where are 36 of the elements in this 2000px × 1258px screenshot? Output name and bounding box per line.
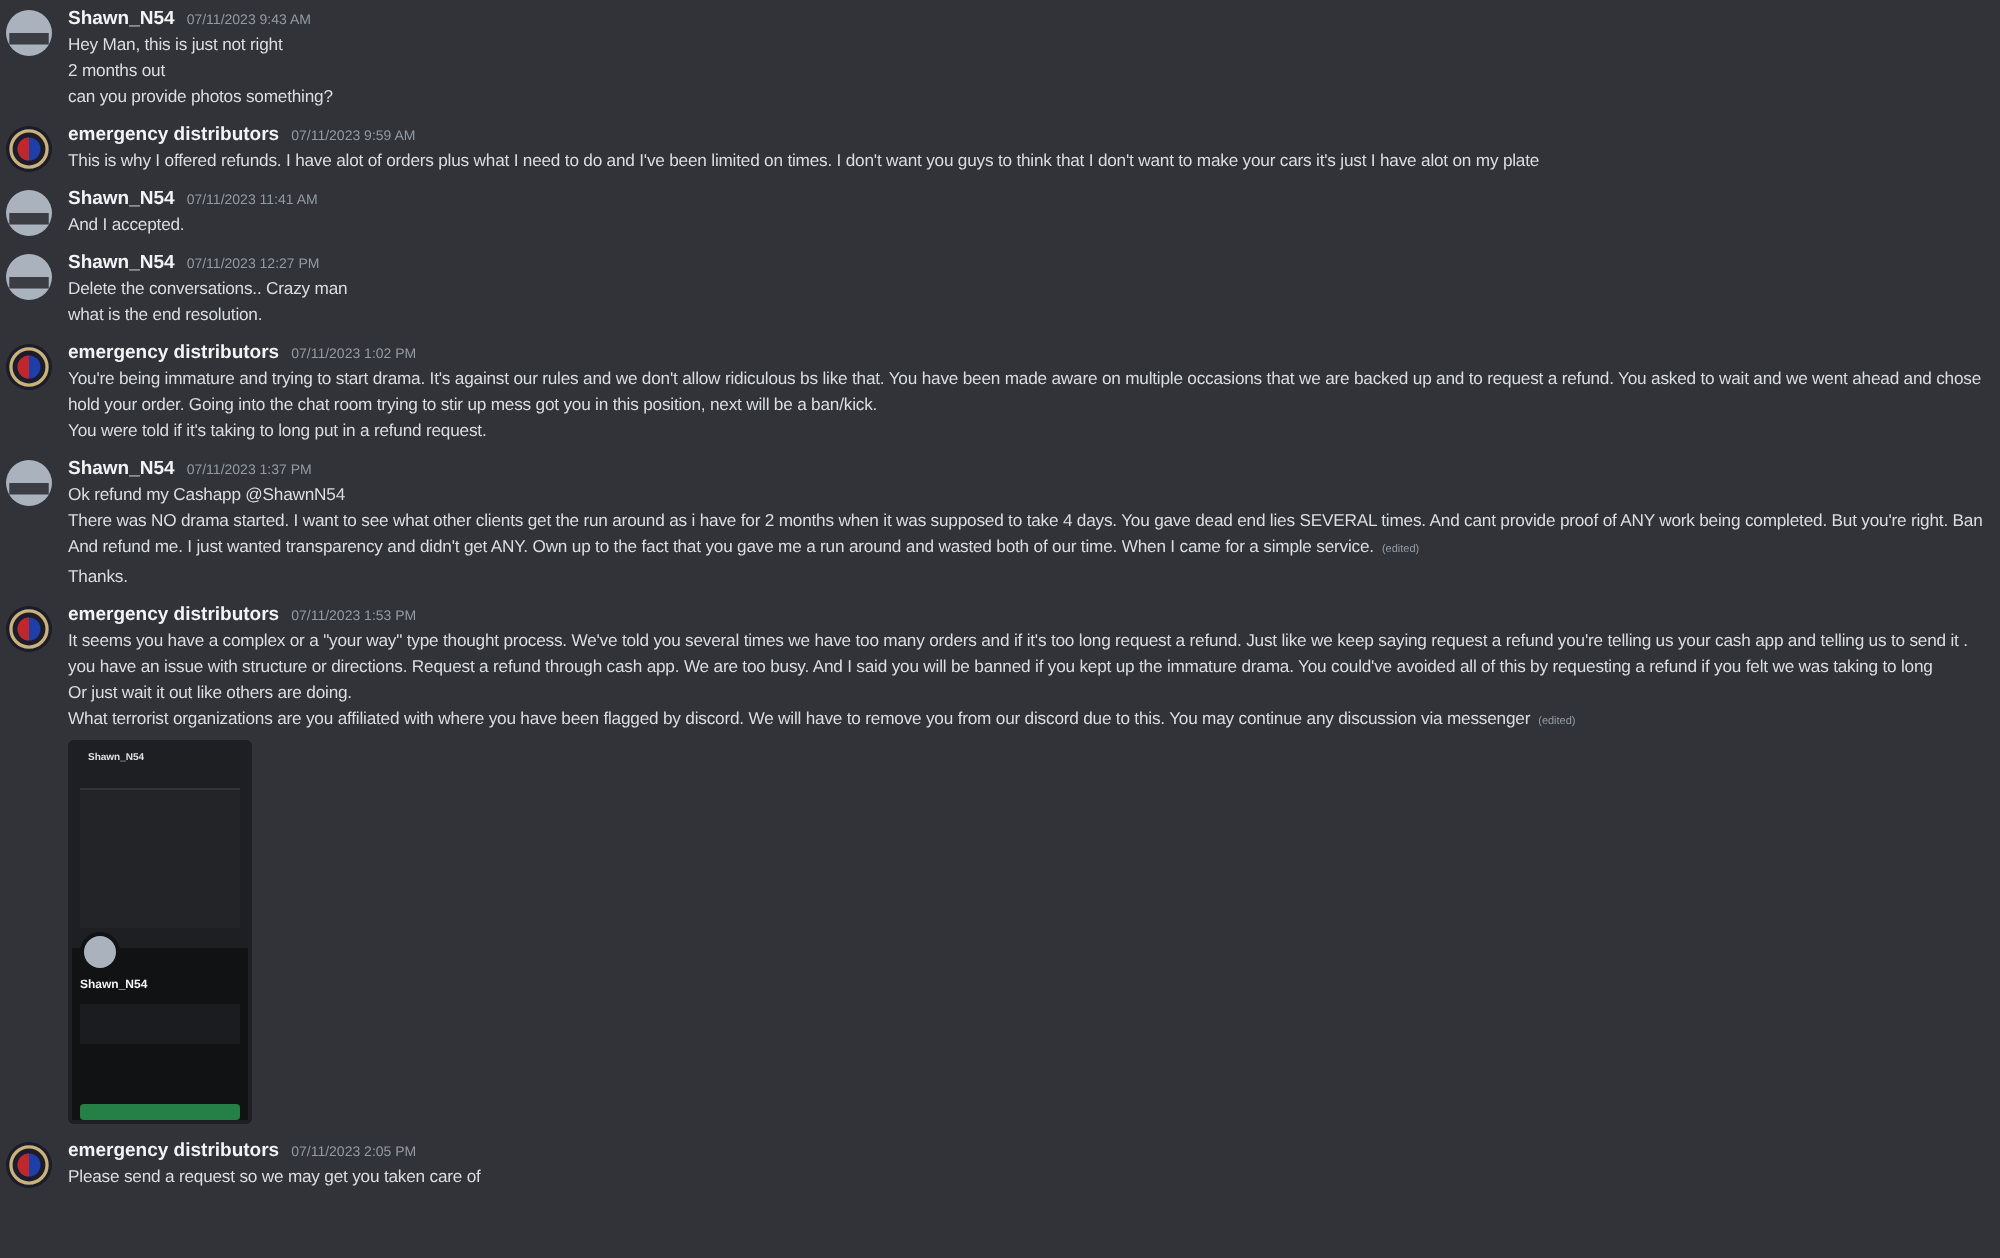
message-text: And I accepted. bbox=[68, 214, 185, 234]
avatar-photo-placeholder[interactable] bbox=[6, 460, 52, 506]
message-text: Ok refund my Cashapp @ShawnN54 bbox=[68, 484, 346, 504]
message-text: There was NO drama started. I want to see what other clients get the run around as i have for 2 months when it was supposed to take 4 days. You gave dead end lies SEVERAL times. And cant provide proof of ANY work being completed. But you're right. Ban bbox=[68, 510, 1983, 530]
message-text: It seems you have a complex or a "your way" type thought process. We've told you several times we have too many orders and if it's too long request a refund. Just like we keep saying request a refund you're telling us your cash app and telling us to send it . bbox=[68, 630, 1968, 650]
author-name[interactable]: emergency distributors bbox=[68, 124, 280, 146]
message-text: Please send a request so we may get you taken care of bbox=[68, 1166, 481, 1186]
avatar-photo-placeholder[interactable] bbox=[6, 10, 52, 56]
message-text: You were told if it's taking to long put in a refund request. bbox=[68, 420, 487, 440]
message-text: hold your order. Going into the chat room trying to stir up mess got you in this position, next will be a ban/kick. bbox=[68, 394, 878, 414]
message-text: Delete the conversations.. Crazy man bbox=[68, 278, 348, 298]
logo-avatar-icon[interactable] bbox=[6, 126, 52, 172]
logo-avatar-icon[interactable] bbox=[6, 344, 52, 390]
author-name[interactable]: emergency distributors bbox=[68, 604, 280, 626]
author-name[interactable]: Shawn_N54 bbox=[68, 8, 175, 30]
message-text: This is why I offered refunds. I have alot of orders plus what I need to do and I've been limited on times. I don't want you guys to think that I don't want to make your cars it's just I have alot on my plate bbox=[68, 150, 1540, 170]
message-text: Thanks. bbox=[68, 566, 128, 586]
logo-avatar-icon[interactable] bbox=[6, 606, 52, 652]
message-text: What terrorist organizations are you affiliated with where you have been flagged by discord. We will have to remove you from our discord due to this. You may continue any discussion via messenger bbox=[68, 708, 1531, 728]
message-text: can you provide photos something? bbox=[68, 86, 333, 106]
message-text: you have an issue with structure or directions. Request a refund through cash app. We are too busy. And I said you will be banned if you kept up the immature drama. You could've avoided all of this by requesting a refund if you felt we was taking to long bbox=[68, 656, 1933, 676]
author-name[interactable]: Shawn_N54 bbox=[68, 458, 175, 480]
message-text: You're being immature and trying to start drama. It's against our rules and we don't allow ridiculous bs like that. You have been made aware on multiple occasions that we are backed up and to request a refund. You asked to wait and we went ahead and chose bbox=[68, 368, 1982, 388]
message-text: what is the end resolution. bbox=[68, 304, 263, 324]
logo-avatar-icon[interactable] bbox=[6, 1142, 52, 1188]
author-name[interactable]: emergency distributors bbox=[68, 1140, 280, 1162]
message-text: 2 months out bbox=[68, 60, 165, 80]
message-text: Hey Man, this is just not right bbox=[68, 34, 283, 54]
author-name[interactable]: Shawn_N54 bbox=[68, 188, 175, 210]
avatar-photo-placeholder[interactable] bbox=[6, 190, 52, 236]
author-name[interactable]: emergency distributors bbox=[68, 342, 280, 364]
avatar-photo-placeholder[interactable] bbox=[6, 254, 52, 300]
message-text: Or just wait it out like others are doing. bbox=[68, 682, 352, 702]
author-name[interactable]: Shawn_N54 bbox=[68, 252, 175, 274]
message-text: And refund me. I just wanted transparency and didn't get ANY. Own up to the fact that you gave me a run around and wasted both of our time. When I came for a simple service. bbox=[68, 536, 1374, 556]
profile-avatar-placeholder bbox=[80, 932, 120, 972]
